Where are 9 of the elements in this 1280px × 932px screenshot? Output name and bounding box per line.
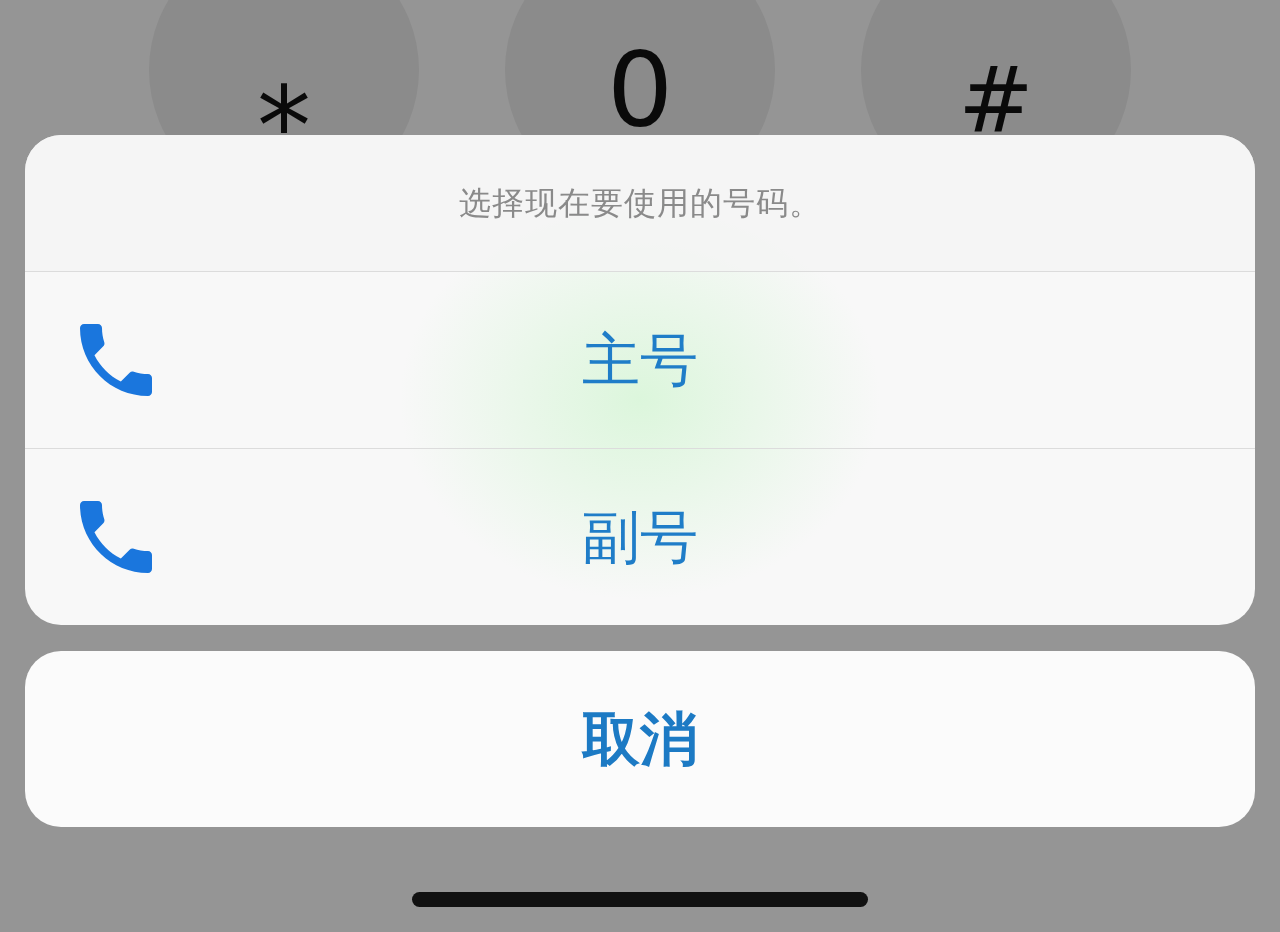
number-option[interactable]: 副号 — [25, 448, 1255, 625]
number-option[interactable]: 主号 — [25, 271, 1255, 448]
cancel-button[interactable]: 取消 — [25, 651, 1255, 827]
keypad-key[interactable]: 0 — [505, 0, 775, 135]
keypad-key[interactable]: # — [861, 0, 1131, 135]
phone-icon — [80, 501, 152, 573]
phone-icon — [80, 324, 152, 396]
sheet-title: 选择现在要使用的号码。 — [458, 183, 822, 223]
keypad-key[interactable]: * — [149, 0, 419, 135]
